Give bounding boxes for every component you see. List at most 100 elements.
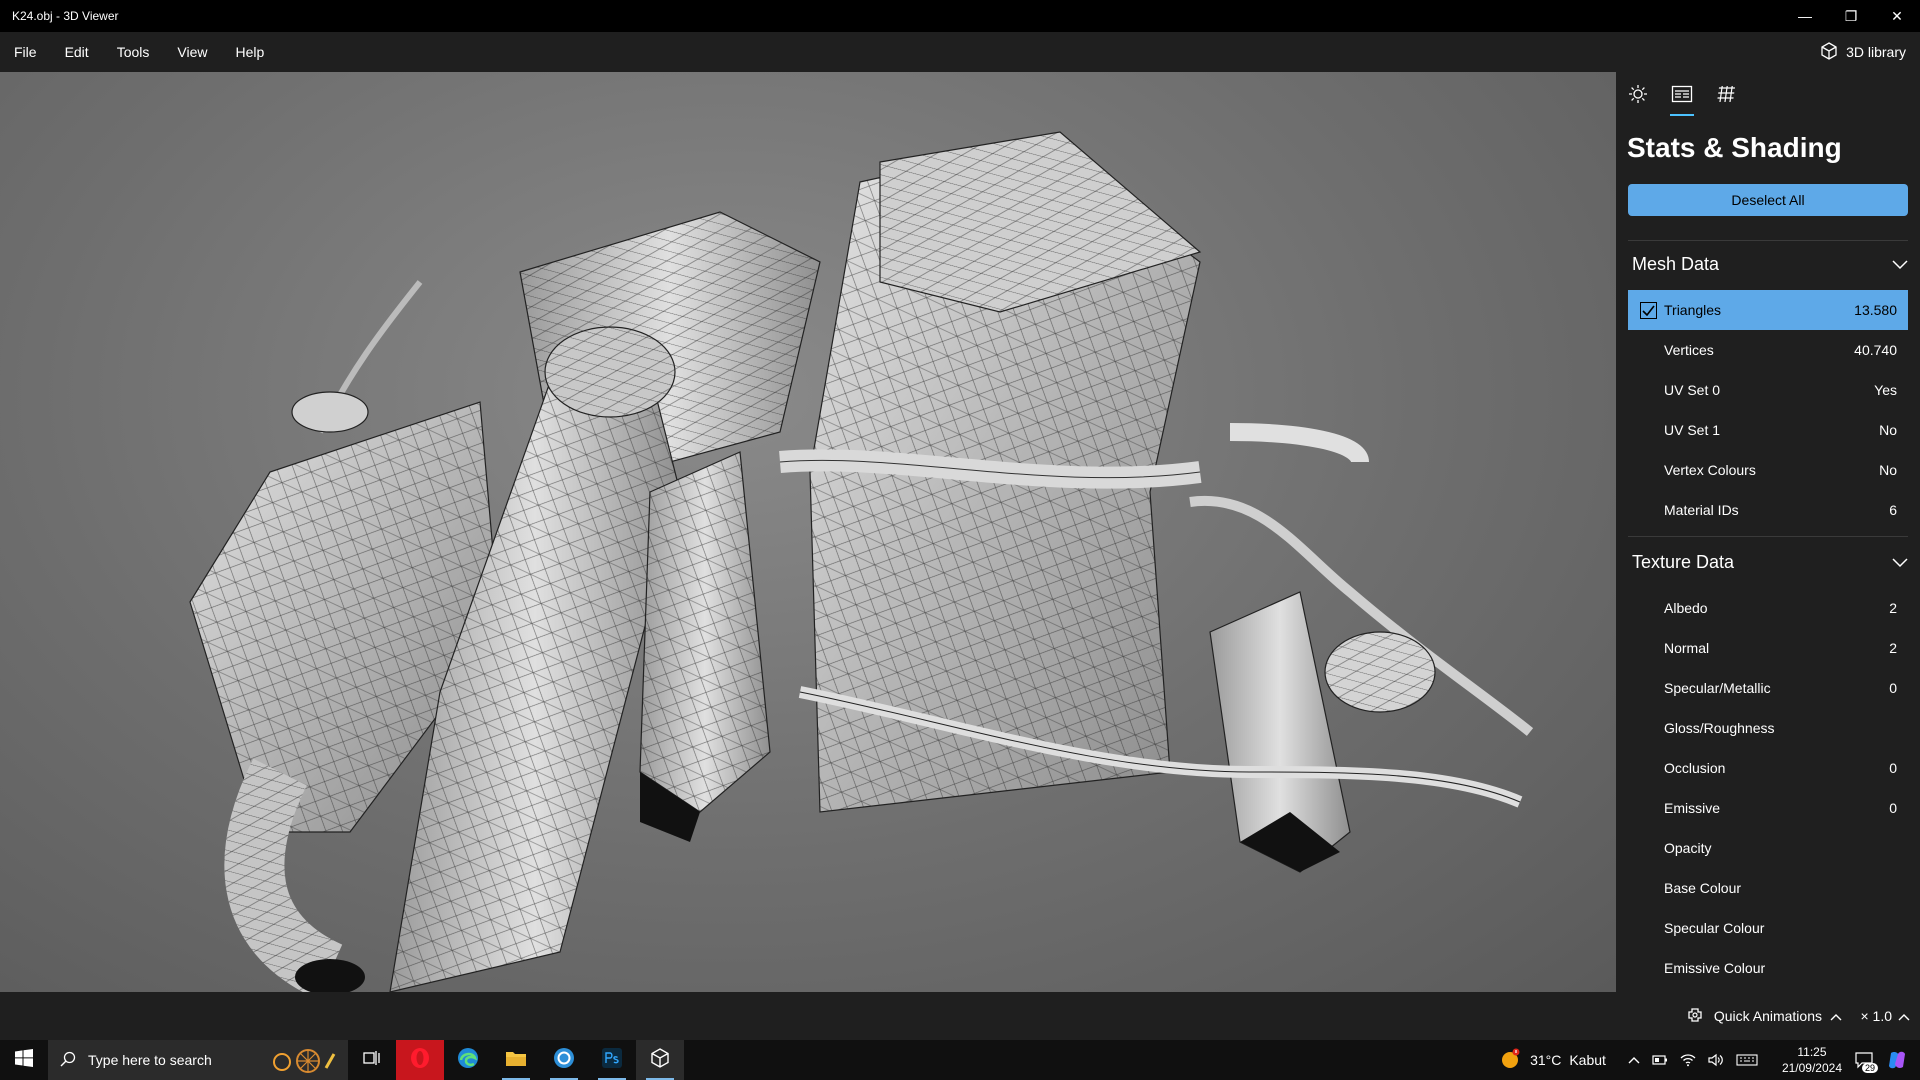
row-label: Triangles [1664, 302, 1722, 318]
opera-icon [409, 1047, 431, 1074]
chevron-up-icon [1898, 1008, 1910, 1024]
menu-view[interactable]: View [163, 32, 221, 72]
row-label: Specular Colour [1664, 920, 1765, 936]
row-value: 6 [1889, 502, 1897, 518]
row-label: UV Set 1 [1664, 422, 1721, 438]
row-value: No [1879, 462, 1897, 478]
menu-file[interactable]: File [0, 32, 51, 72]
mesh-row-uv-set-0[interactable]: UV Set 0 Yes [1628, 370, 1908, 410]
search-placeholder: Type here to search [88, 1052, 212, 1068]
row-value: 0 [1889, 680, 1897, 696]
row-label: Emissive Colour [1664, 960, 1766, 976]
row-value: 40.740 [1854, 342, 1897, 358]
texture-data-header[interactable]: Texture Data [1632, 542, 1908, 582]
taskbar-photoshop[interactable] [588, 1040, 636, 1080]
window-controls: — ❐ ✕ [1782, 0, 1920, 32]
animation-bar: Quick Animations × 1.0 [0, 992, 1920, 1040]
checkbox-checked-icon[interactable] [1640, 302, 1657, 319]
menu-edit[interactable]: Edit [51, 32, 103, 72]
menu-help[interactable]: Help [221, 32, 278, 72]
taskbar-edge[interactable] [444, 1040, 492, 1080]
row-value: 2 [1889, 640, 1897, 656]
deselect-all-button[interactable]: Deselect All [1628, 184, 1908, 216]
start-button[interactable] [0, 1040, 48, 1080]
tab-grid[interactable] [1714, 84, 1738, 108]
texture-row-base-colour[interactable]: Base Colour [1628, 868, 1908, 908]
taskbar-app-blue[interactable] [540, 1040, 588, 1080]
row-label: Opacity [1664, 840, 1712, 856]
3d-library-button[interactable]: 3D library [1820, 32, 1906, 72]
mesh-row-vertex-colours[interactable]: Vertex Colours No [1628, 450, 1908, 490]
texture-row-gloss-roughness[interactable]: Gloss/Roughness [1628, 708, 1908, 748]
row-label: Specular/Metallic [1664, 680, 1771, 696]
minimize-button[interactable]: — [1782, 0, 1828, 32]
clock[interactable]: 11:25 21/09/2024 [1782, 1044, 1842, 1076]
taskbar-file-explorer[interactable] [492, 1040, 540, 1080]
notification-center[interactable]: 29 [1854, 1051, 1878, 1073]
menu-bar: File Edit Tools View Help [0, 32, 1920, 72]
engine-model[interactable] [0, 72, 1616, 992]
playback-speed[interactable]: × 1.0 [1860, 992, 1910, 1040]
search-icon [60, 1051, 76, 1070]
texture-row-opacity[interactable]: Opacity [1628, 828, 1908, 868]
row-label: UV Set 0 [1664, 382, 1721, 398]
menu-tools[interactable]: Tools [103, 32, 164, 72]
chevron-up-icon [1830, 1008, 1842, 1024]
tab-lighting[interactable] [1626, 84, 1650, 108]
search-highlight-icon [268, 1048, 338, 1077]
row-label: Base Colour [1664, 880, 1742, 896]
mesh-row-vertices[interactable]: Vertices 40.740 [1628, 330, 1908, 370]
cube-icon [1820, 41, 1838, 63]
texture-row-occlusion[interactable]: Occlusion 0 [1628, 748, 1908, 788]
texture-row-albedo[interactable]: Albedo 2 [1628, 588, 1908, 628]
restore-button[interactable]: ❐ [1828, 0, 1874, 32]
row-value: Yes [1874, 382, 1897, 398]
mesh-data-label: Mesh Data [1632, 253, 1720, 274]
battery-icon[interactable] [1652, 1053, 1668, 1067]
taskbar-opera[interactable] [396, 1040, 444, 1080]
row-label: Albedo [1664, 600, 1708, 616]
mesh-row-triangles[interactable]: Triangles 13.580 [1628, 290, 1908, 330]
weather-widget[interactable]: 31°C Kabut [1498, 1048, 1606, 1073]
keyboard-icon[interactable] [1736, 1053, 1758, 1067]
notification-count: 29 [1861, 1063, 1878, 1073]
clock-time: 11:25 [1797, 1045, 1827, 1059]
row-label: Vertices [1664, 342, 1714, 358]
row-value: 0 [1889, 760, 1897, 776]
task-view-icon [363, 1050, 381, 1071]
stats-icon [1671, 84, 1693, 109]
taskbar-3d-viewer[interactable] [636, 1040, 684, 1080]
weather-temp: 31°C [1530, 1052, 1562, 1068]
grid-icon [1716, 84, 1736, 109]
volume-icon[interactable] [1708, 1053, 1724, 1067]
copilot-icon[interactable] [1886, 1049, 1908, 1071]
row-value: 0 [1889, 800, 1897, 816]
texture-row-emissive[interactable]: Emissive 0 [1628, 788, 1908, 828]
edge-icon [457, 1047, 479, 1074]
tab-stats[interactable] [1670, 84, 1694, 116]
mesh-row-material-ids[interactable]: Material IDs 6 [1628, 490, 1908, 530]
row-label: Gloss/Roughness [1664, 720, 1775, 736]
3d-viewport[interactable] [0, 72, 1616, 992]
mesh-row-uv-set-1[interactable]: UV Set 1 No [1628, 410, 1908, 450]
folder-icon [505, 1049, 527, 1072]
playback-speed-value: × 1.0 [1860, 1008, 1892, 1024]
chevron-up-icon[interactable] [1628, 1056, 1640, 1064]
weather-sun-icon [1498, 1048, 1522, 1073]
close-button[interactable]: ✕ [1874, 0, 1920, 32]
texture-row-normal[interactable]: Normal 2 [1628, 628, 1908, 668]
row-value: 13.580 [1854, 302, 1897, 318]
title-bar: K24.obj - 3D Viewer — ❐ ✕ [0, 0, 1920, 32]
texture-row-specular-colour[interactable]: Specular Colour [1628, 908, 1908, 948]
animation-icon [1686, 1007, 1706, 1026]
quick-animations-button[interactable]: Quick Animations [1686, 992, 1842, 1040]
taskbar-search[interactable]: Type here to search [48, 1040, 348, 1080]
clock-date: 21/09/2024 [1781, 1061, 1842, 1075]
task-view-button[interactable] [348, 1040, 396, 1080]
wifi-icon[interactable] [1680, 1053, 1696, 1067]
texture-row-emissive-colour[interactable]: Emissive Colour [1628, 948, 1908, 988]
sun-icon [1628, 84, 1648, 109]
mesh-data-header[interactable]: Mesh Data [1632, 244, 1908, 284]
3d-viewer-icon [649, 1047, 671, 1074]
texture-row-specular-metallic[interactable]: Specular/Metallic 0 [1628, 668, 1908, 708]
